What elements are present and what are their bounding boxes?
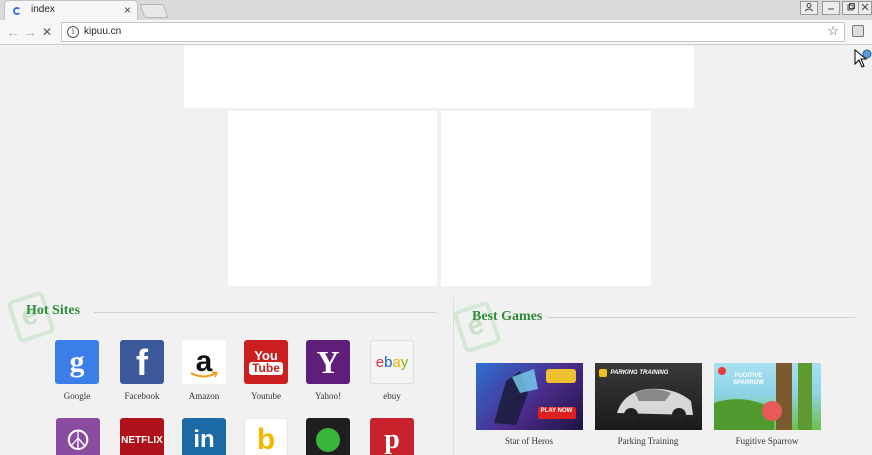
address-bar[interactable]: i kipuu.cn ☆ [61, 22, 845, 42]
game-label: Parking Training [617, 436, 679, 446]
site-netflix[interactable]: NETFLIX [112, 418, 172, 455]
site-label: Google [63, 391, 91, 401]
yahoo-icon: Y [306, 340, 350, 384]
site-ebuy[interactable]: ebay ebuy [362, 340, 422, 401]
site-facebook[interactable]: f Facebook [112, 340, 172, 401]
site-amazon[interactable]: a Amazon [174, 340, 234, 401]
tab-close-icon[interactable]: × [124, 3, 131, 17]
game-star-of-heros[interactable]: PLAY NOW Star of Heros [470, 363, 588, 446]
green-dot-icon [306, 418, 350, 455]
hot-sites-title: Hot Sites [26, 303, 81, 318]
google-icon: g [55, 340, 99, 384]
site-label: ebuy [383, 391, 401, 401]
facebook-icon: f [120, 340, 164, 384]
stop-loading-icon[interactable]: ✕ [42, 24, 52, 40]
youtube-icon: You Tube [244, 340, 288, 384]
url-text[interactable]: kipuu.cn [84, 26, 121, 37]
game-thumbnail: FUGITIVE SPARROW [713, 363, 821, 430]
site-youtube[interactable]: You Tube Youtube [236, 340, 296, 401]
new-tab-button[interactable] [139, 4, 169, 18]
game-fugitive-sparrow[interactable]: FUGITIVE SPARROW Fugitive Sparrow [708, 363, 826, 446]
forward-arrow-icon[interactable]: → [23, 24, 37, 40]
pinterest-icon: p [370, 418, 414, 455]
peace-icon: ☮ [56, 418, 100, 455]
profile-icon[interactable] [800, 1, 818, 15]
loading-favicon-icon [13, 7, 21, 15]
close-window-button[interactable] [858, 1, 872, 15]
ad-box-right[interactable] [441, 111, 651, 286]
game-label: Fugitive Sparrow [735, 436, 799, 446]
bookmark-star-icon[interactable]: ☆ [827, 23, 839, 39]
site-yahoo[interactable]: Y Yahoo! [298, 340, 358, 401]
minimize-button[interactable] [822, 1, 840, 15]
browser-toolbar: ← → ✕ i kipuu.cn ☆ [0, 20, 872, 45]
amazon-icon: a [182, 340, 226, 384]
bing-icon: b [244, 418, 288, 455]
play-now-badge: PLAY NOW [540, 408, 573, 414]
site-green[interactable] [298, 418, 358, 455]
site-peace[interactable]: ☮ [48, 418, 108, 455]
site-label: Youtube [250, 391, 282, 401]
browser-title-bar: index × [0, 0, 872, 20]
site-info-icon[interactable]: i [67, 26, 79, 38]
panel-divider [453, 298, 454, 455]
ad-box-left[interactable] [228, 111, 437, 286]
page-content: Hot Sites g Google f Facebook a Amazon Y… [0, 46, 872, 455]
netflix-icon: NETFLIX [120, 418, 164, 455]
linkedin-icon: in [182, 418, 226, 455]
site-label: Yahoo! [314, 391, 342, 401]
tab-title: index [31, 4, 55, 15]
ad-banner-top[interactable] [184, 46, 694, 108]
site-label: Facebook [124, 391, 160, 401]
parking-training-logo: PARKING TRAINING [610, 370, 669, 376]
game-thumbnail: PLAY NOW [475, 363, 583, 430]
game-parking-training[interactable]: PARKING TRAINING Parking Training [589, 363, 707, 446]
mouse-pointer-icon [854, 49, 872, 68]
back-arrow-icon[interactable]: ← [6, 24, 20, 40]
best-games-divider [547, 317, 855, 318]
hot-sites-divider [94, 312, 436, 313]
best-games-title: Best Games [472, 309, 543, 324]
game-label: Star of Heros [505, 436, 553, 446]
ebay-icon: ebay [370, 340, 414, 384]
game-thumbnail: PARKING TRAINING [594, 363, 702, 430]
site-label: Amazon [188, 391, 220, 401]
site-bing[interactable]: b [236, 418, 296, 455]
fugitive-sparrow-logo: FUGITIVE SPARROW [733, 373, 764, 386]
site-google[interactable]: g Google [47, 340, 107, 401]
site-linkedin[interactable]: in [174, 418, 234, 455]
tab-index[interactable]: index × [4, 0, 138, 20]
extension-icon[interactable] [852, 25, 864, 37]
site-pinterest[interactable]: p [362, 418, 422, 455]
